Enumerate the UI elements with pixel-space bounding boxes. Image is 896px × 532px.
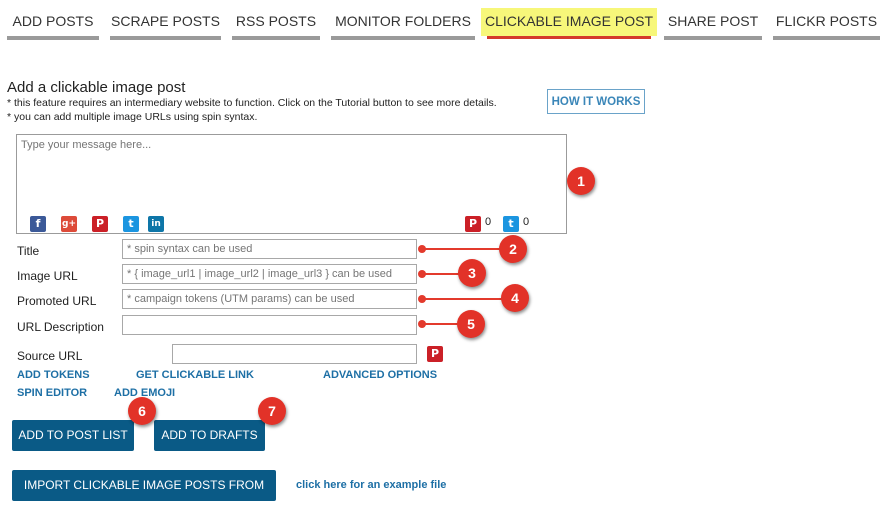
callout-5: 5 — [457, 310, 485, 338]
title-label: Title — [17, 244, 40, 258]
tab-label: SHARE POST — [667, 13, 759, 29]
note-spin-syntax: * you can add multiple image URLs using … — [7, 111, 258, 123]
tab-label: FLICKR POSTS — [775, 13, 878, 29]
callout-7: 7 — [258, 397, 286, 425]
tab-clickable-image-post[interactable]: CLICKABLE IMAGE POST — [481, 8, 657, 39]
promoted-url-label: Promoted URL — [17, 294, 97, 308]
callout-2: 2 — [499, 235, 527, 263]
add-tokens-link[interactable]: ADD TOKENS — [17, 369, 90, 381]
tab-add-posts[interactable]: ADD POSTS — [7, 6, 99, 40]
google-plus-icon[interactable]: g+ — [61, 216, 77, 232]
linkedin-icon[interactable]: in — [148, 216, 164, 232]
url-description-label: URL Description — [17, 320, 104, 334]
callout-line — [422, 323, 460, 325]
callout-line — [422, 248, 500, 250]
source-url-input[interactable] — [172, 344, 417, 364]
message-box: f g+ P t in P 0 t 0 — [16, 134, 567, 234]
url-description-input[interactable] — [122, 315, 417, 335]
pinterest-icon[interactable]: P — [427, 346, 443, 362]
title-input[interactable] — [122, 239, 417, 259]
pinterest-counter-icon: P — [465, 216, 481, 232]
image-url-label: Image URL — [17, 269, 78, 283]
active-tab-underline — [487, 36, 651, 39]
callout-line — [422, 298, 502, 300]
image-url-input[interactable] — [122, 264, 417, 284]
callout-line — [422, 273, 462, 275]
tab-rss-posts[interactable]: RSS POSTS — [232, 6, 320, 40]
tab-scrape-posts[interactable]: SCRAPE POSTS — [110, 6, 221, 40]
source-url-label: Source URL — [17, 349, 83, 363]
twitter-count: 0 — [523, 216, 530, 228]
callout-1: 1 — [567, 167, 595, 195]
tab-flickr-posts[interactable]: FLICKR POSTS — [773, 6, 880, 40]
advanced-options-link[interactable]: ADVANCED OPTIONS — [323, 369, 437, 381]
pinterest-icon[interactable]: P — [92, 216, 108, 232]
note-intermediary: * this feature requires an intermediary … — [7, 97, 497, 109]
how-it-works-button[interactable]: HOW IT WORKS — [547, 89, 645, 114]
pinterest-count: 0 — [485, 216, 492, 228]
tab-label: ADD POSTS — [12, 13, 94, 29]
tab-share-post[interactable]: SHARE POST — [664, 6, 762, 40]
get-clickable-link[interactable]: GET CLICKABLE LINK — [136, 369, 254, 381]
section-title: Add a clickable image post — [7, 79, 186, 96]
callout-4: 4 — [501, 284, 529, 312]
promoted-url-input[interactable] — [122, 289, 417, 309]
example-file-link[interactable]: click here for an example file — [296, 479, 446, 491]
add-to-post-list-button[interactable]: ADD TO POST LIST — [12, 420, 134, 451]
message-input[interactable] — [19, 137, 563, 207]
callout-3: 3 — [458, 259, 486, 287]
tab-label: CLICKABLE IMAGE POST — [484, 13, 654, 29]
add-to-drafts-button[interactable]: ADD TO DRAFTS — [154, 420, 265, 451]
twitter-icon[interactable]: t — [123, 216, 139, 232]
callout-6: 6 — [128, 397, 156, 425]
tab-monitor-folders[interactable]: MONITOR FOLDERS — [331, 6, 475, 40]
facebook-icon[interactable]: f — [30, 216, 46, 232]
twitter-counter-icon: t — [503, 216, 519, 232]
spin-editor-link[interactable]: SPIN EDITOR — [17, 387, 87, 399]
tab-label: MONITOR FOLDERS — [335, 13, 471, 29]
tab-label: RSS POSTS — [235, 13, 317, 29]
import-csv-button[interactable]: IMPORT CLICKABLE IMAGE POSTS FROM CSV — [12, 470, 276, 523]
tab-label: SCRAPE POSTS — [111, 13, 220, 29]
